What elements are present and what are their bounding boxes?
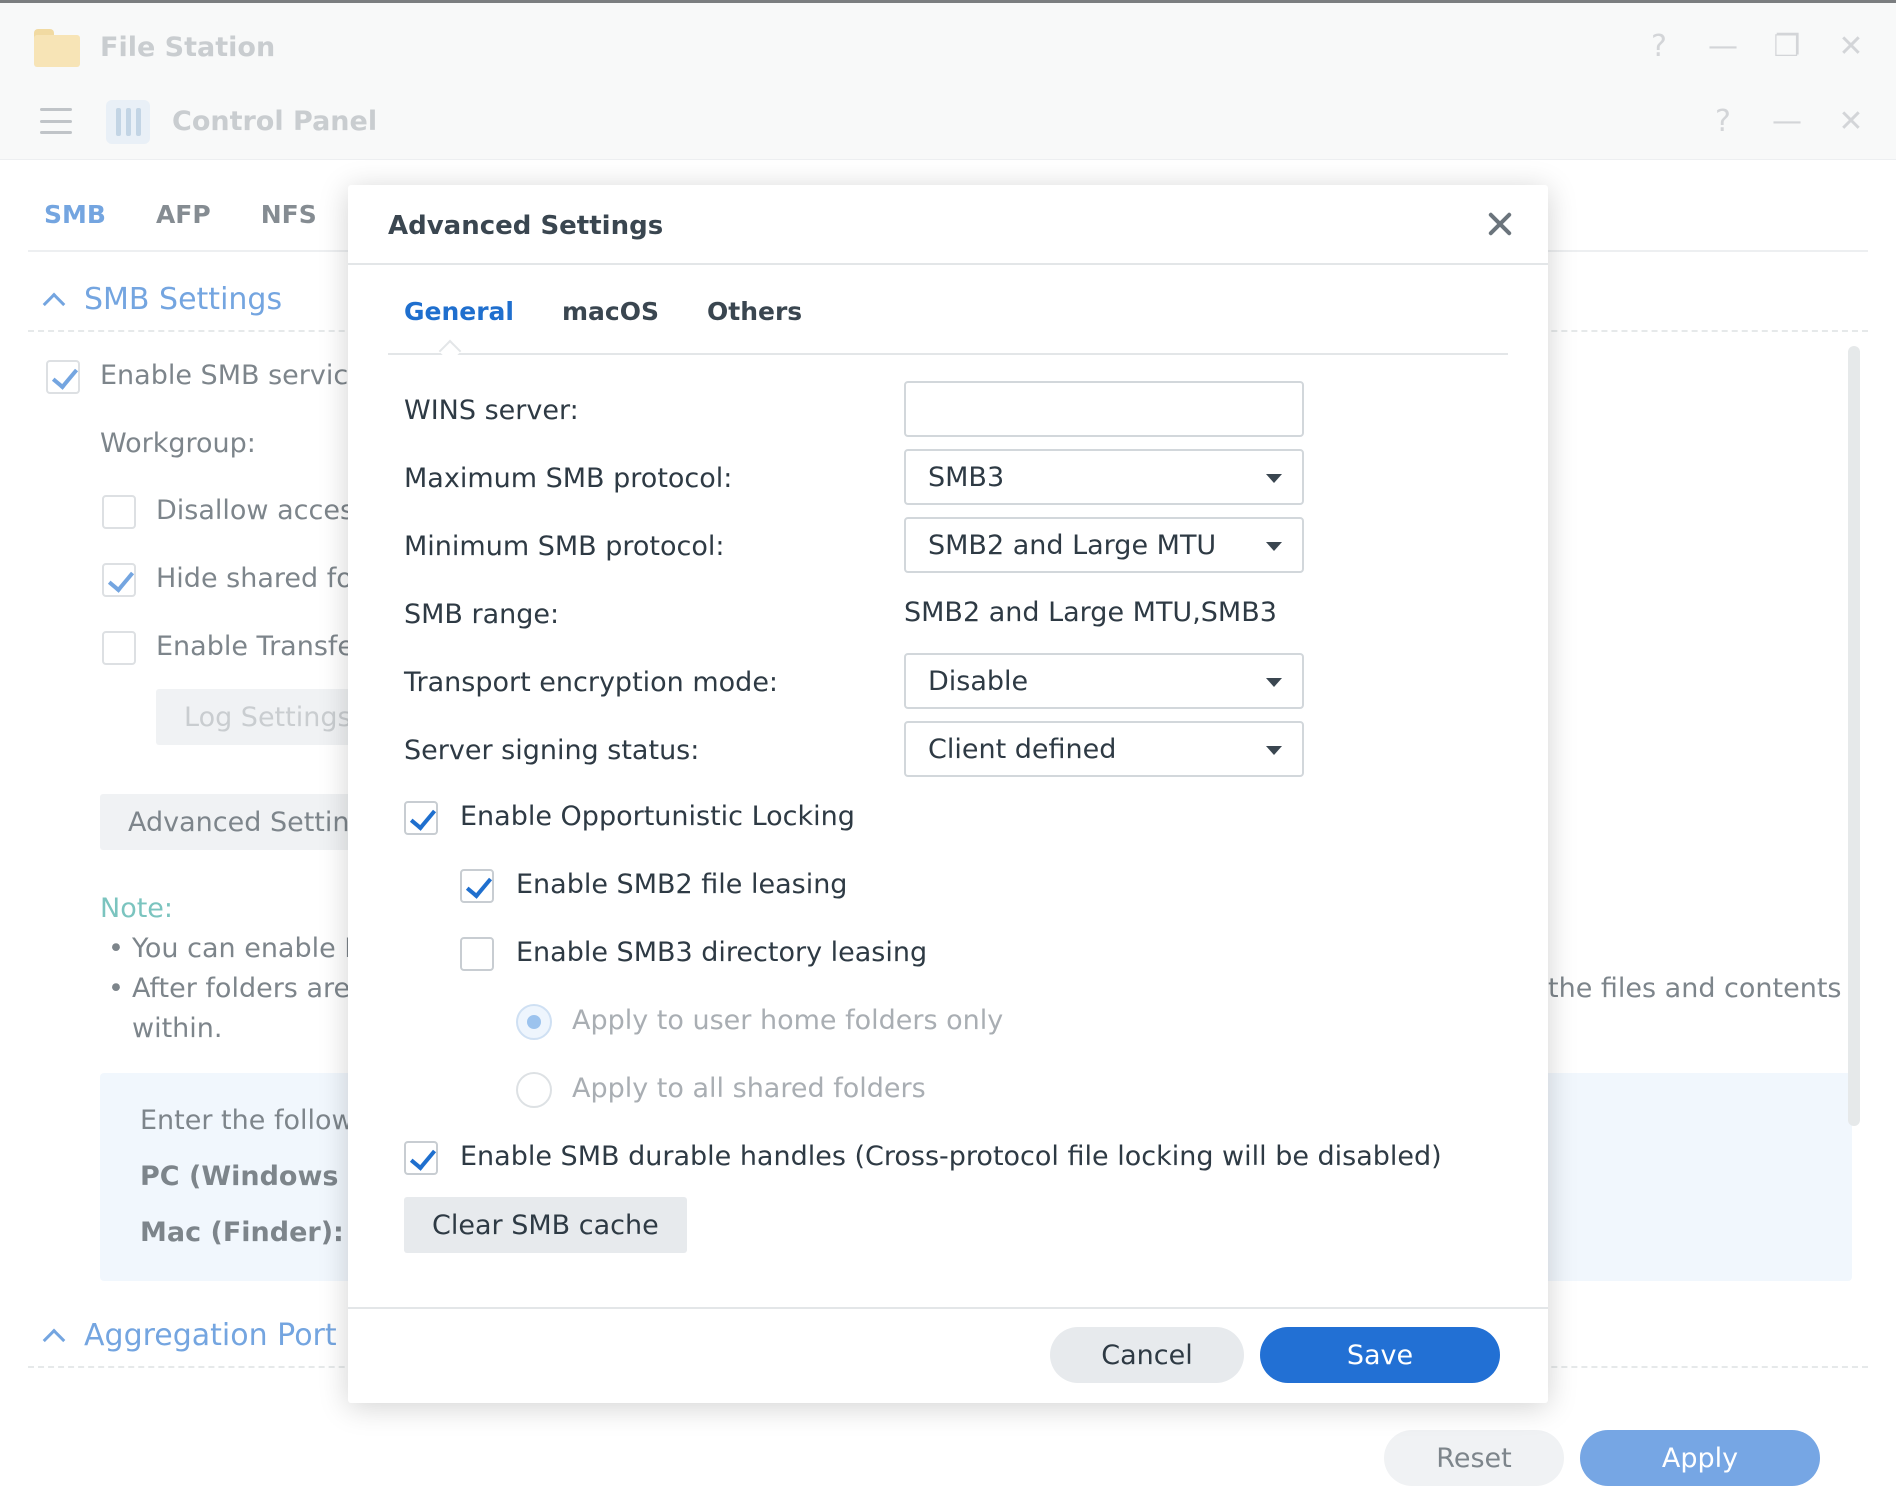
min-smb-protocol-label: Minimum SMB protocol: [404, 531, 725, 562]
home-folders-radio[interactable] [516, 1004, 552, 1040]
durable-handles-checkbox[interactable] [404, 1141, 438, 1175]
dialog-title: Advanced Settings [388, 211, 664, 241]
max-smb-protocol-value: SMB3 [928, 461, 1005, 493]
smb3-dir-leasing-checkbox[interactable] [460, 937, 494, 971]
advanced-settings-dialog: Advanced Settings General macOS Others W… [348, 185, 1548, 1403]
tab-macos[interactable]: macOS [562, 297, 659, 353]
oplock-label: Enable Opportunistic Locking [460, 801, 855, 832]
transport-encryption-value: Disable [928, 665, 1029, 697]
all-shared-folders-label: Apply to all shared folders [572, 1073, 926, 1104]
dialog-header: Advanced Settings [348, 185, 1548, 265]
server-signing-value: Client defined [928, 733, 1117, 765]
min-smb-protocol-select[interactable]: SMB2 and Large MTU [904, 517, 1304, 573]
max-smb-protocol-label: Maximum SMB protocol: [404, 463, 733, 494]
caret-down-icon [1266, 678, 1282, 687]
tab-others[interactable]: Others [707, 297, 802, 353]
caret-down-icon [1266, 474, 1282, 483]
smb-range-value: SMB2 and Large MTU,SMB3 [904, 597, 1277, 628]
dialog-tabs: General macOS Others [388, 297, 1508, 355]
transport-encryption-select[interactable]: Disable [904, 653, 1304, 709]
wins-server-label: WINS server: [404, 395, 579, 426]
dialog-footer: Cancel Save [348, 1307, 1548, 1403]
min-smb-protocol-value: SMB2 and Large MTU [928, 529, 1217, 561]
server-signing-select[interactable]: Client defined [904, 721, 1304, 777]
wins-server-input[interactable] [904, 381, 1304, 437]
max-smb-protocol-select[interactable]: SMB3 [904, 449, 1304, 505]
smb3-dir-leasing-label: Enable SMB3 directory leasing [516, 937, 928, 968]
transport-encryption-label: Transport encryption mode: [404, 667, 779, 698]
cancel-button[interactable]: Cancel [1050, 1327, 1244, 1383]
oplock-checkbox[interactable] [404, 801, 438, 835]
smb2-leasing-checkbox[interactable] [460, 869, 494, 903]
clear-smb-cache-button[interactable]: Clear SMB cache [404, 1197, 687, 1253]
caret-down-icon [1266, 542, 1282, 551]
server-signing-label: Server signing status: [404, 735, 700, 766]
tab-general[interactable]: General [404, 297, 514, 353]
caret-down-icon [1266, 746, 1282, 755]
smb2-leasing-label: Enable SMB2 file leasing [516, 869, 848, 900]
smb-range-label: SMB range: [404, 599, 560, 630]
all-shared-folders-radio[interactable] [516, 1072, 552, 1108]
durable-handles-label: Enable SMB durable handles (Cross-protoc… [460, 1141, 1442, 1172]
save-button[interactable]: Save [1260, 1327, 1500, 1383]
home-folders-label: Apply to user home folders only [572, 1005, 1004, 1036]
close-icon[interactable] [1480, 205, 1520, 245]
